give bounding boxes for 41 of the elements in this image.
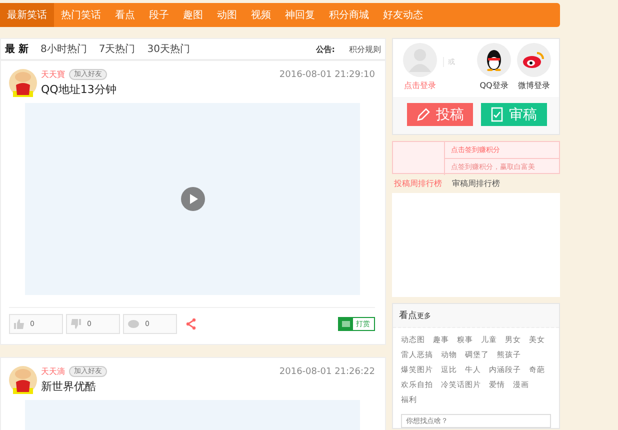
- nav-tab[interactable]: 积分商城: [322, 3, 376, 27]
- sort-tab[interactable]: 最 新: [5, 42, 28, 56]
- notice-label: 公告:: [316, 44, 335, 54]
- panel-title: 看点: [399, 310, 417, 322]
- sort-tab[interactable]: 30天热门: [147, 42, 190, 56]
- nav-tab[interactable]: 神回复: [278, 3, 322, 27]
- share-icon[interactable]: [186, 318, 196, 330]
- avatar: [9, 69, 37, 97]
- penguin-icon[interactable]: [477, 43, 511, 77]
- nav-tab[interactable]: 热门笑话: [54, 3, 108, 27]
- user-avatar-icon: [403, 43, 437, 77]
- ranking-tab[interactable]: 投稿周排行榜: [394, 178, 442, 189]
- post-title[interactable]: QQ地址13分钟: [41, 82, 375, 97]
- checklist-icon: [491, 107, 503, 122]
- comment-icon: [128, 320, 139, 328]
- nav-tab[interactable]: 段子: [142, 3, 176, 27]
- thumbs-down-icon: [71, 319, 81, 329]
- sort-tab[interactable]: 8小时热门: [40, 42, 87, 56]
- post-title[interactable]: 新世界优酷: [41, 379, 375, 394]
- sort-tab[interactable]: 7天热门: [98, 42, 136, 56]
- nav-tab[interactable]: 最新笑话: [0, 3, 54, 27]
- author-name[interactable]: 天天滴: [41, 366, 65, 377]
- thumbs-up-icon: [14, 319, 24, 329]
- avatar: [9, 366, 37, 394]
- play-icon[interactable]: [180, 187, 204, 211]
- ranking-tab[interactable]: 审稿周排行榜: [452, 178, 500, 189]
- login-link[interactable]: 点击登录: [404, 80, 436, 91]
- nav-tab[interactable]: 动图: [210, 3, 244, 27]
- nav-tab[interactable]: 看点: [108, 3, 142, 27]
- post-time: 2016-08-01 21:29:10: [279, 70, 375, 80]
- post-time: 2016-08-01 21:26:22: [279, 366, 375, 376]
- notice-link[interactable]: 积分规则: [349, 44, 381, 54]
- nav-tab[interactable]: 视频: [244, 3, 278, 27]
- pencil-icon: [416, 108, 430, 122]
- submit-button[interactable]: 投稿: [407, 103, 473, 126]
- author-name[interactable]: 天天寶: [41, 69, 65, 80]
- nav-tab[interactable]: 好友动态: [376, 3, 430, 27]
- nav-tab[interactable]: 趣图: [176, 3, 210, 27]
- qq-login-link[interactable]: QQ登录: [480, 80, 508, 91]
- weibo-icon[interactable]: [517, 43, 551, 77]
- weibo-login-link[interactable]: 微博登录: [518, 80, 550, 91]
